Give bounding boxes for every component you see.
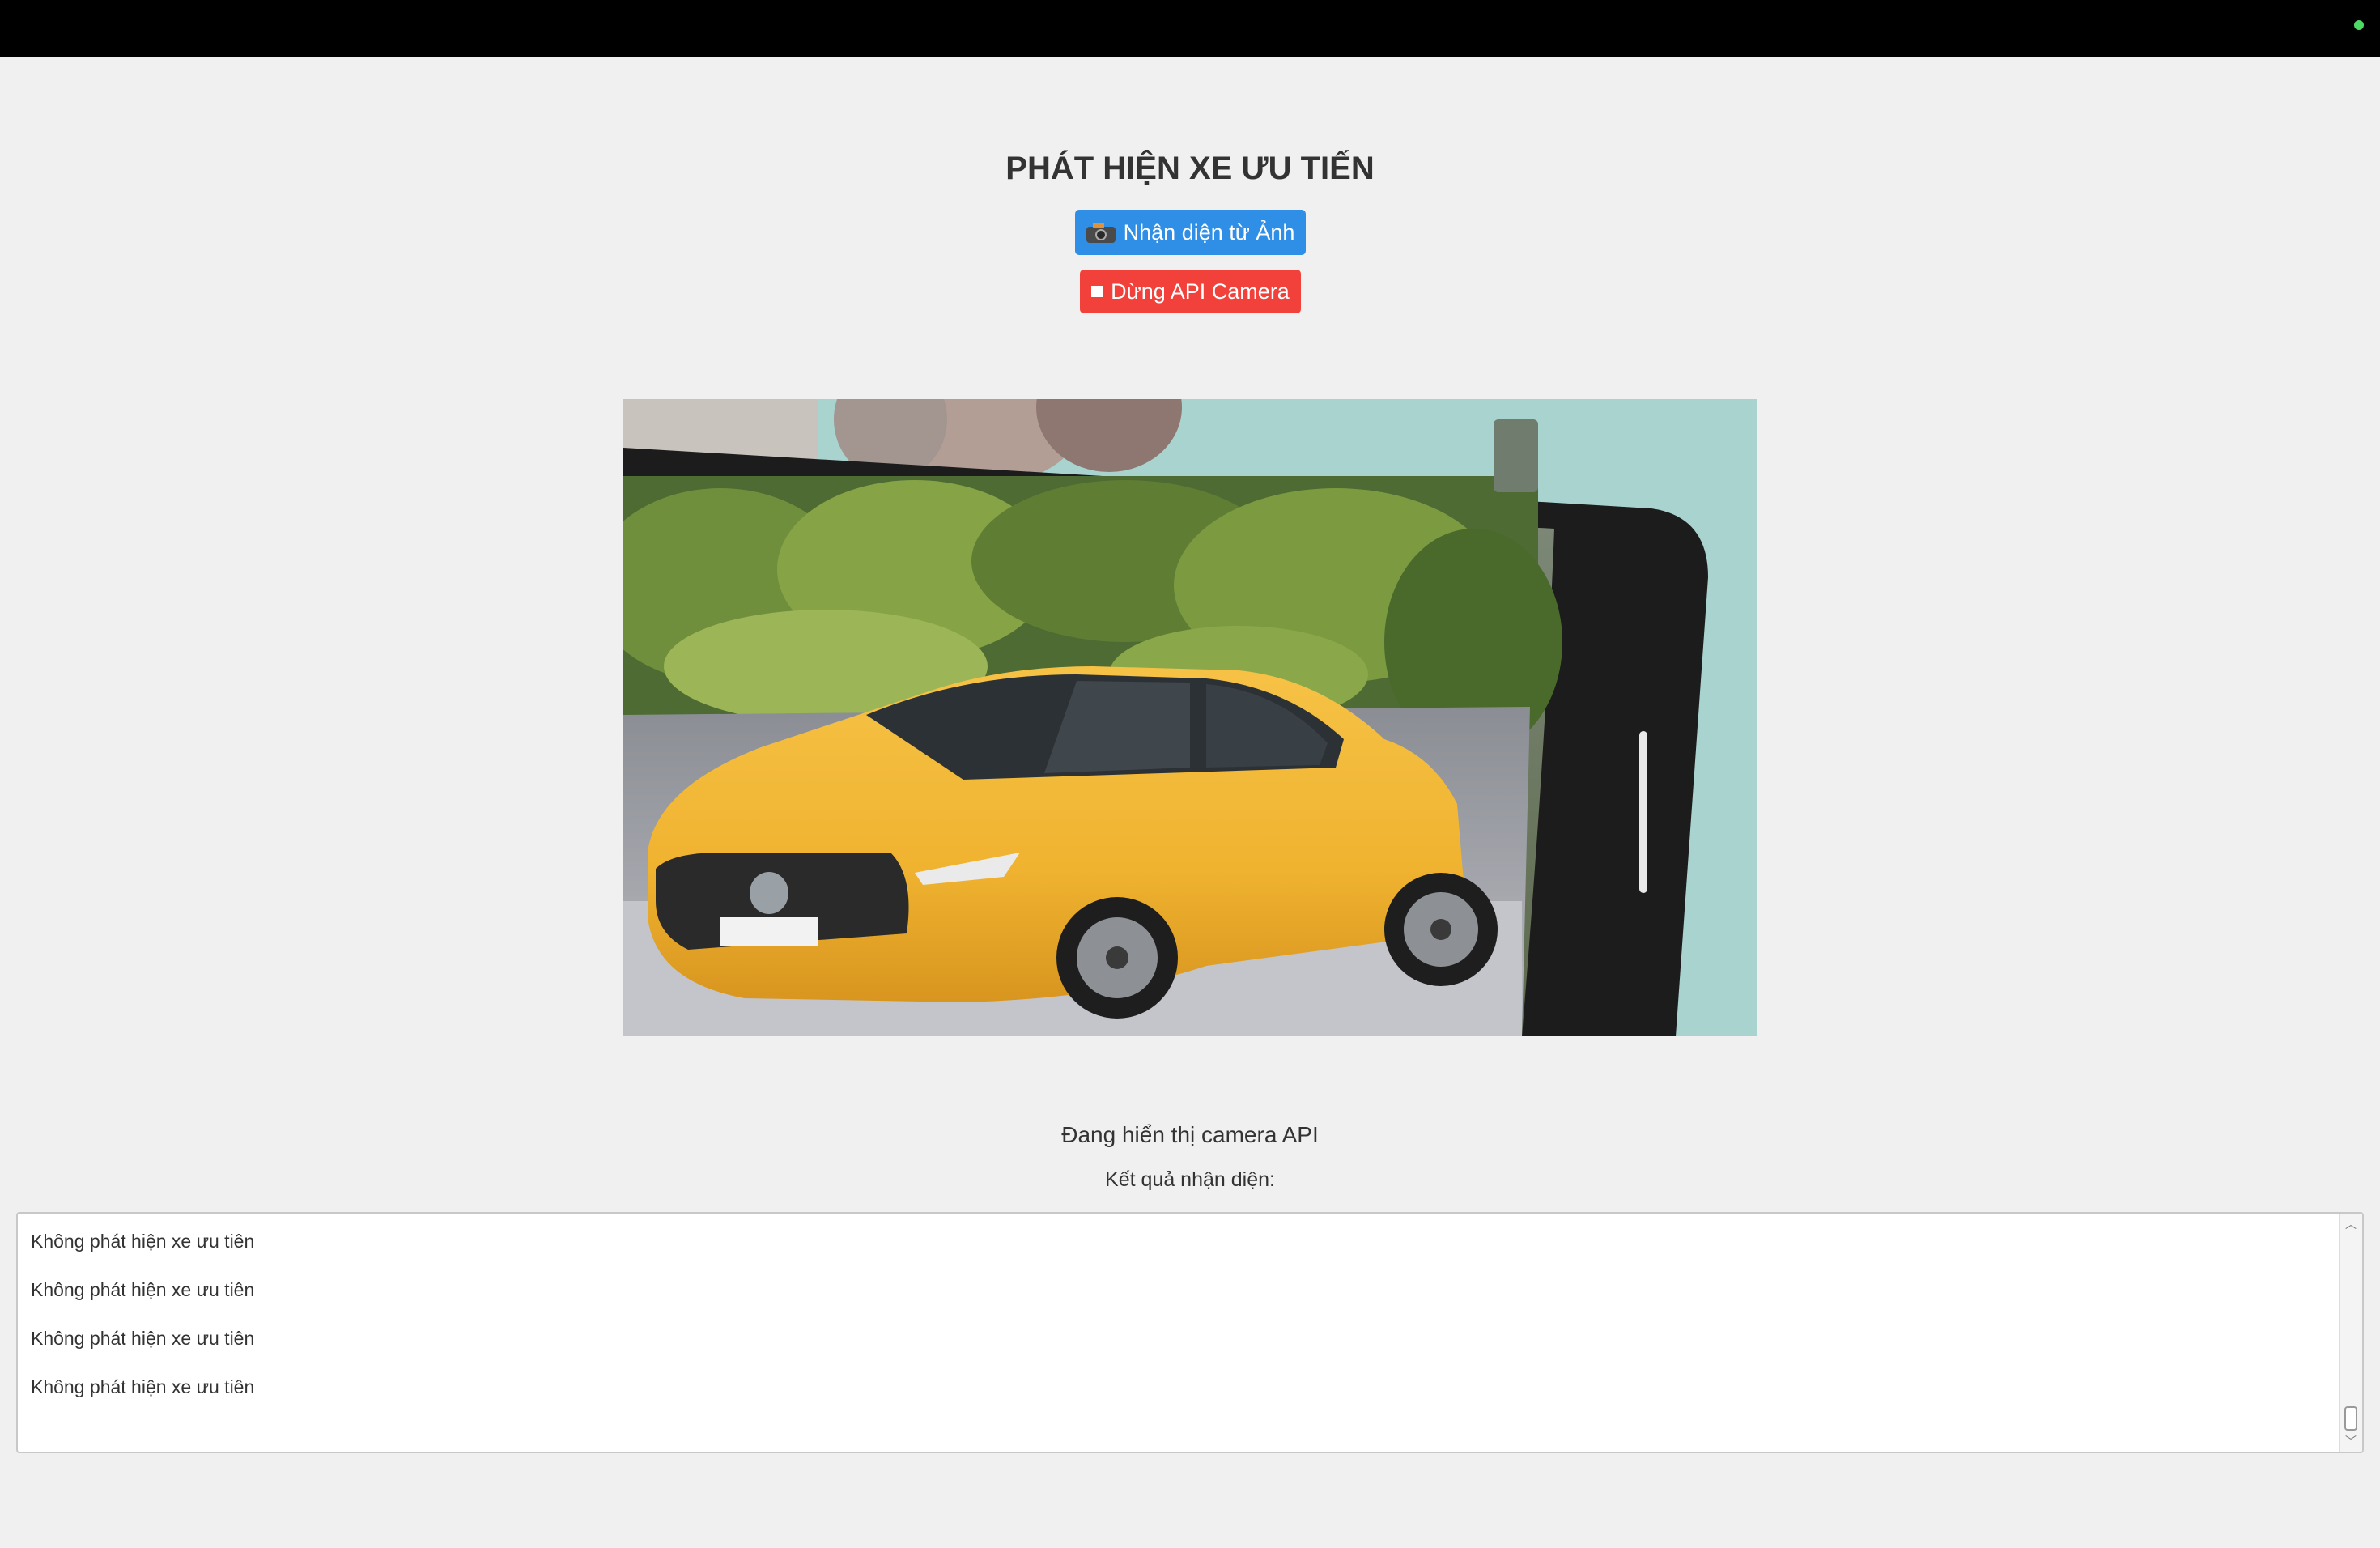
camera-feed (623, 399, 1757, 1036)
scroll-up-arrow-icon[interactable]: ︿ (2340, 1215, 2362, 1233)
result-item: Không phát hiện xe ưu tiên (31, 1328, 255, 1349)
stop-icon (1091, 286, 1103, 297)
stop-button-label: Dừng API Camera (1111, 279, 1290, 304)
result-list: Không phát hiện xe ưu tiên Không phát hi… (31, 1230, 254, 1424)
result-label: Kết quả nhận diện: (1105, 1168, 1275, 1191)
scroll-thumb[interactable] (2344, 1406, 2357, 1431)
result-item: Không phát hiện xe ưu tiên (31, 1279, 255, 1300)
camera-icon (1086, 222, 1116, 243)
status-indicator-dot (2354, 20, 2364, 30)
page-title: PHÁT HIỆN XE ƯU TIẾN (1005, 151, 1375, 186)
top-bar (0, 0, 2380, 57)
result-scrollbar[interactable]: ︿ ﹀ (2339, 1214, 2362, 1452)
stop-api-camera-button[interactable]: Dừng API Camera (1080, 270, 1301, 313)
detect-button-label: Nhận diện từ Ảnh (1123, 219, 1295, 245)
detect-from-image-button[interactable]: Nhận diện từ Ảnh (1075, 210, 1306, 255)
result-item: Không phát hiện xe ưu tiên (31, 1231, 255, 1252)
scroll-down-arrow-icon[interactable]: ﹀ (2340, 1432, 2362, 1450)
camera-status-text: Đang hiển thị camera API (1061, 1122, 1319, 1147)
result-log[interactable]: Không phát hiện xe ưu tiên Không phát hi… (16, 1212, 2364, 1453)
result-item: Không phát hiện xe ưu tiên (31, 1376, 255, 1397)
